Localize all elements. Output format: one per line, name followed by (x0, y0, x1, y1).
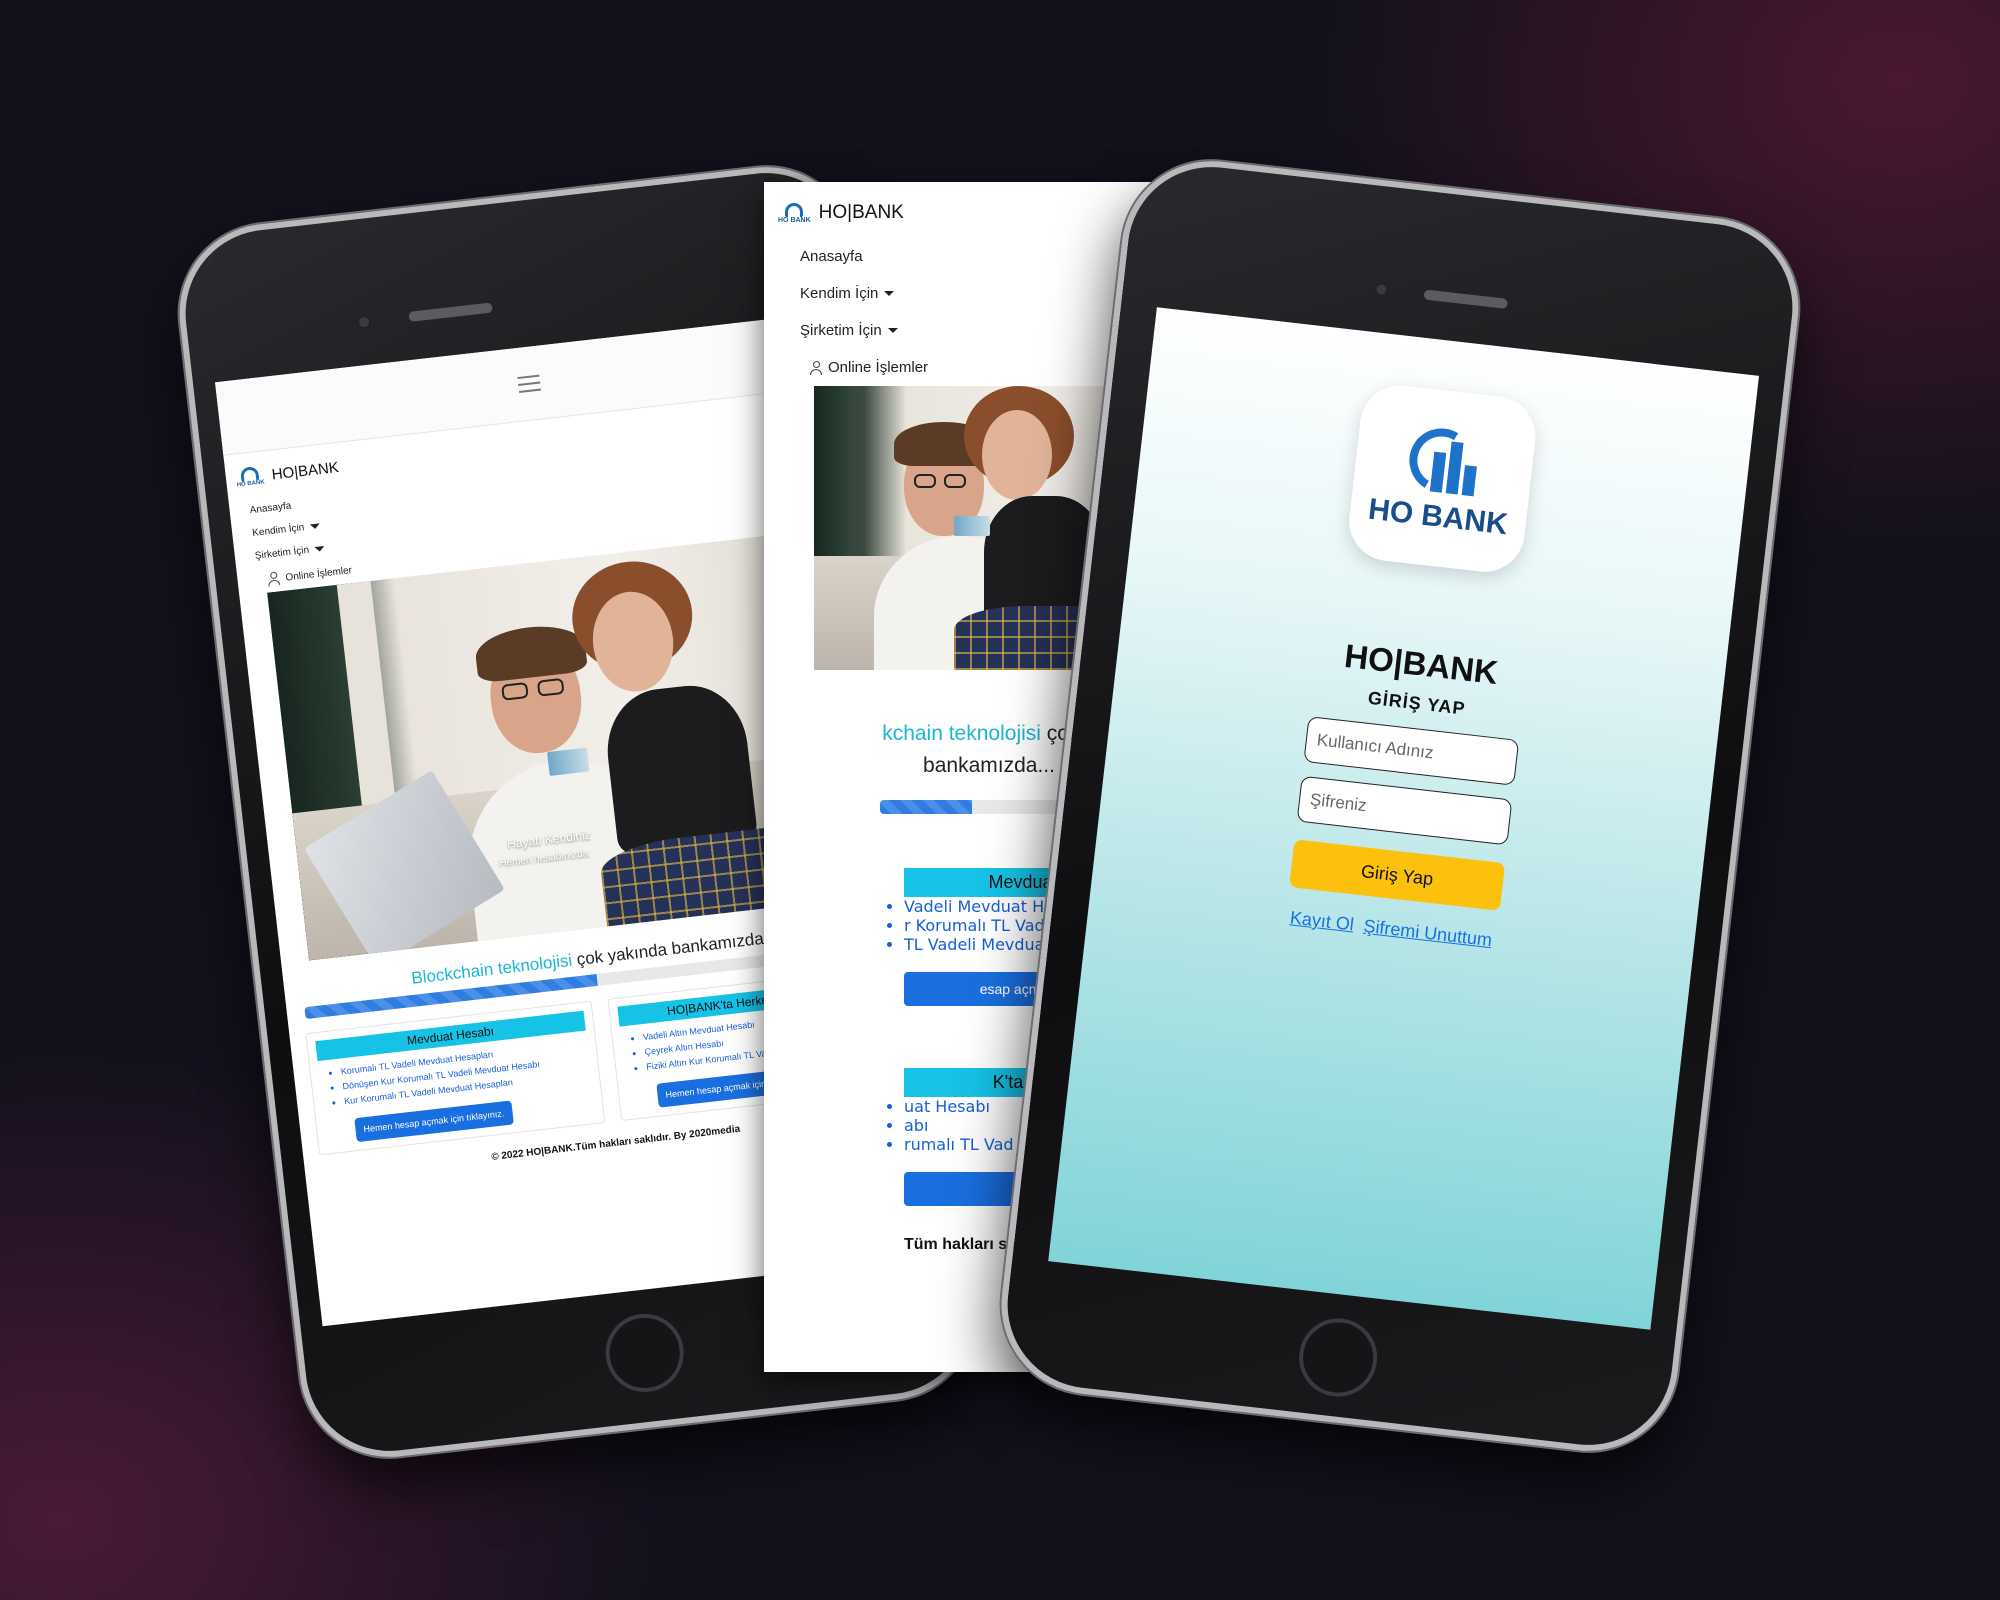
user-icon (267, 571, 281, 587)
caret-down-icon (309, 523, 321, 530)
username-field[interactable]: Kullanıcı Adınız (1303, 716, 1520, 786)
caret-down-icon (884, 291, 895, 296)
forgot-password-link[interactable]: Şifremi Unuttum (1362, 916, 1493, 951)
brand-name: HO|BANK (270, 458, 340, 483)
login-title: HO|BANK (1342, 636, 1500, 692)
right-phone-frame: HO BANK HO|BANK GİRİŞ YAP Kullanıcı Adın… (991, 151, 1809, 1461)
app-logo-text: HO BANK (1366, 492, 1510, 542)
hamburger-icon[interactable] (517, 374, 541, 393)
caret-down-icon (314, 545, 326, 553)
deposit-panel: Mevduat Hesabı Korumalı TL Vadeli Mevdua… (305, 1000, 606, 1156)
home-button[interactable] (601, 1309, 688, 1397)
password-field[interactable]: Şifreniz (1296, 775, 1513, 846)
login-screen: HO BANK HO|BANK GİRİŞ YAP Kullanıcı Adın… (1048, 307, 1759, 1330)
bank-logo-icon: HO BANK (235, 465, 265, 489)
mockup-stage: HO BANK HO|BANK Anasayfa Kendim İçin Şir… (0, 0, 2000, 1600)
bank-logo-icon: HO BANK (778, 202, 811, 224)
earpiece-speaker (408, 302, 493, 322)
brand-name: HO|BANK (818, 202, 904, 223)
caret-down-icon (887, 328, 898, 333)
login-button[interactable]: Giriş Yap (1289, 839, 1506, 911)
deposit-cta-button[interactable]: Hemen hesap açmak için tıklayınız. (354, 1100, 514, 1143)
login-subtitle: GİRİŞ YAP (1366, 687, 1467, 719)
front-camera (1373, 281, 1390, 298)
app-logo-icon: HO BANK (1344, 381, 1540, 577)
earpiece-speaker (1423, 289, 1509, 309)
register-link[interactable]: Kayıt Ol (1289, 907, 1355, 935)
user-icon (810, 360, 822, 375)
home-button[interactable] (1295, 1314, 1382, 1401)
front-camera (356, 314, 372, 330)
